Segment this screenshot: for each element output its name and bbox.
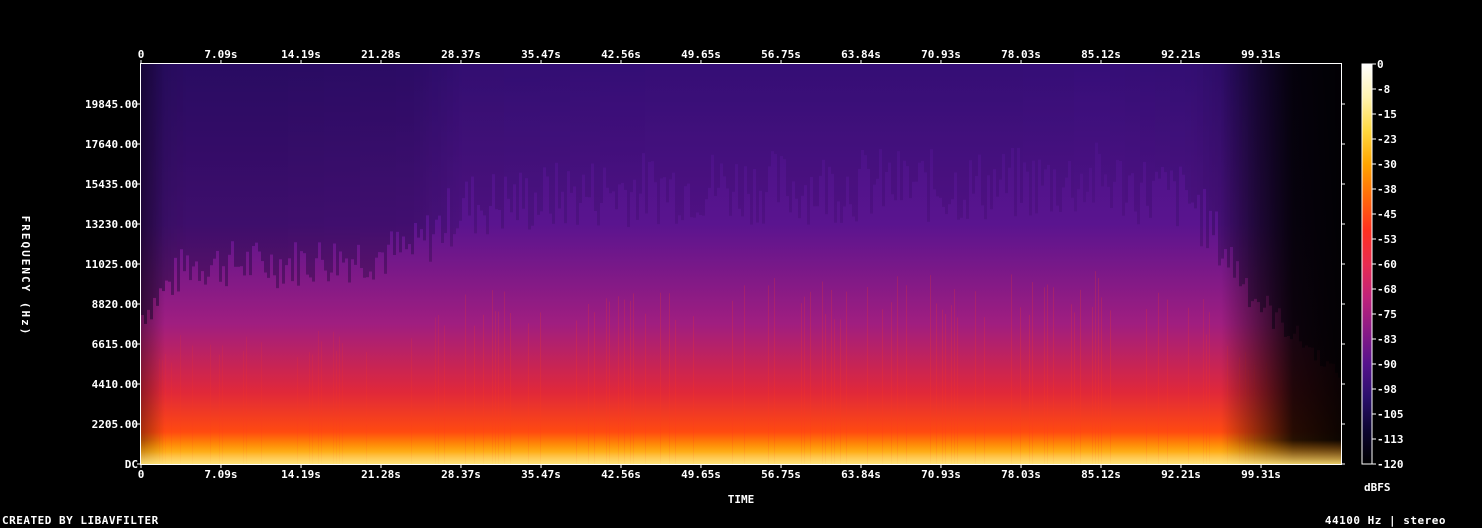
y-tick-label: DC (125, 458, 138, 471)
x-tick-bottom-label: 28.37s (441, 468, 481, 481)
colorbar-tick-label: -45 (1377, 208, 1397, 221)
y-tick-label: 13230.00 (85, 218, 138, 231)
colorbar-tick-label: -60 (1377, 258, 1397, 271)
x-tick-bottom-label: 14.19s (281, 468, 321, 481)
footer-format: 44100 Hz | stereo (1324, 514, 1446, 527)
y-tick-label: 8820.00 (92, 298, 138, 311)
y-tick-label: 11025.00 (85, 258, 138, 271)
colorbar-tick-label: -120 (1377, 458, 1404, 471)
x-tick-top-label: 42.56s (601, 48, 641, 61)
colorbar-tick-label: -68 (1377, 283, 1397, 296)
x-tick-bottom-label: 7.09s (204, 468, 237, 481)
x-ticks-bottom: 0 7.09s 14.19s 21.28s 28.37s 35.47s 42.56s 49.6… (138, 464, 1281, 481)
y-tick-label: 17640.00 (85, 138, 138, 151)
x-tick-bottom-label: 21.28s (361, 468, 401, 481)
x-tick-bottom-label: 42.56s (601, 468, 641, 481)
x-tick-bottom-label: 92.21s (1161, 468, 1201, 481)
x-tick-top-label: 0 (138, 48, 145, 61)
colorbar-tick-label: -30 (1377, 158, 1397, 171)
x-tick-top-label: 63.84s (841, 48, 881, 61)
x-tick-bottom-label: 0 (138, 468, 145, 481)
colorbar-tick-label: -38 (1377, 183, 1397, 196)
x-tick-top-label: 28.37s (441, 48, 481, 61)
y-tick-label: 19845.00 (85, 98, 138, 111)
colorbar (1361, 63, 1373, 465)
x-tick-top-label: 70.93s (921, 48, 961, 61)
colorbar-label: dBFS (1364, 481, 1391, 494)
y-tick-label: 6615.00 (92, 338, 138, 351)
x-tick-top-label: 14.19s (281, 48, 321, 61)
x-tick-bottom-label: 99.31s (1241, 468, 1281, 481)
footer-credit: CREATED BY LIBAVFILTER (2, 514, 159, 527)
x-tick-top-label: 49.65s (681, 48, 721, 61)
x-tick-top-label: 92.21s (1161, 48, 1201, 61)
x-ticks-top: 0 7.09s 14.19s 21.28s 28.37s 35.47s 42.56s 49.6… (138, 48, 1281, 64)
colorbar-tick-label: -113 (1377, 433, 1404, 446)
x-tick-top-label: 56.75s (761, 48, 801, 61)
x-tick-top-label: 85.12s (1081, 48, 1121, 61)
colorbar-tick-label: -23 (1377, 133, 1397, 146)
colorbar-tick-label: -8 (1377, 83, 1390, 96)
x-tick-bottom-label: 56.75s (761, 468, 801, 481)
x-tick-top-label: 99.31s (1241, 48, 1281, 61)
x-tick-top-label: 35.47s (521, 48, 561, 61)
x-tick-bottom-label: 85.12s (1081, 468, 1121, 481)
x-axis-label: TIME (728, 493, 755, 506)
x-tick-top-label: 7.09s (204, 48, 237, 61)
colorbar-ticks: 0 -8 -15 -23 -30 -38 -45 -53 -60 -68 -75 -83 -90 -98 -… (1372, 58, 1404, 471)
y-tick-label: 2205.00 (92, 418, 138, 431)
x-tick-bottom-label: 49.65s (681, 468, 721, 481)
colorbar-tick-label: -90 (1377, 358, 1397, 371)
colorbar-tick-label: -53 (1377, 233, 1397, 246)
x-tick-bottom-label: 35.47s (521, 468, 561, 481)
colorbar-tick-label: -83 (1377, 333, 1397, 346)
x-tick-bottom-label: 63.84s (841, 468, 881, 481)
colorbar-tick-label: -75 (1377, 308, 1397, 321)
colorbar-tick-label: 0 (1377, 58, 1384, 71)
y-axis-label: FREQUENCY (Hz) (19, 216, 32, 337)
spectrogram-low-band (141, 440, 1341, 464)
spectrogram-chart: 0 7.09s 14.19s 21.28s 28.37s 35.47s 42.56s 49.6… (19, 48, 1404, 506)
y-tick-label: 15435.00 (85, 178, 138, 191)
spectrogram-plot (141, 64, 1341, 464)
x-tick-bottom-label: 70.93s (921, 468, 961, 481)
y-tick-label: 4410.00 (92, 378, 138, 391)
x-tick-bottom-label: 78.03s (1001, 468, 1041, 481)
colorbar-tick-label: -98 (1377, 383, 1397, 396)
x-tick-top-label: 21.28s (361, 48, 401, 61)
spectrogram-fade (141, 64, 1341, 464)
x-tick-top-label: 78.03s (1001, 48, 1041, 61)
colorbar-tick-label: -15 (1377, 108, 1397, 121)
colorbar-tick-label: -105 (1377, 408, 1404, 421)
